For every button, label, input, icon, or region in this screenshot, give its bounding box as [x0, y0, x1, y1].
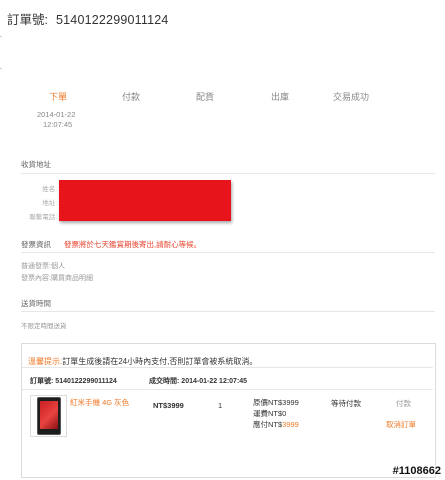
invoice-warning: 發票將於七天鑑賞期後寄出,請耐心等候。: [64, 240, 202, 249]
cancel-order-link[interactable]: 取消訂單: [386, 419, 416, 430]
invoice-type: 普通發票:個人: [21, 263, 65, 270]
product-thumbnail[interactable]: [30, 395, 67, 437]
order-progress-steps: 下單 付款 配貨 出庫 交易成功 2014-01-22 12:07:45: [0, 86, 445, 136]
step-completed: 交易成功: [333, 92, 370, 102]
phone-image: [37, 397, 61, 435]
step-allocation: 配貨: [196, 92, 215, 102]
redacted-address-block: [59, 180, 231, 221]
table-order-value: 5140122299011124: [55, 378, 117, 385]
step-time-date: 2014-01-22: [37, 110, 76, 119]
invoice-section-title: 發票資訊: [21, 240, 51, 249]
notice-divider: [22, 367, 433, 368]
pay-link[interactable]: 付款: [396, 398, 411, 409]
order-title: 訂單號: 5140122299011124: [7, 9, 169, 28]
quantity: 1: [218, 401, 223, 410]
original-price: 原價NT$3999: [253, 398, 299, 407]
notice-label: 溫馨提示:: [28, 357, 63, 366]
notice-text: 訂單生成後請在24小時內支付,否則訂單會被系統取消。: [62, 357, 258, 366]
field-label-name: 姓名:: [42, 186, 57, 193]
delivery-section-title: 送貨時間: [21, 299, 51, 308]
field-label-phone: 聯繫電話:: [29, 214, 57, 221]
step-order-placed: 下單: [49, 92, 68, 102]
delivery-divider: [21, 311, 435, 312]
step-order-placed-time: 2014-01-22 12:07:45: [37, 110, 75, 130]
field-label-address: 地址:: [42, 200, 57, 207]
payable-amount: 應付NT$3999: [253, 419, 299, 430]
shipping-divider: [21, 173, 435, 174]
order-status: 等待付款: [331, 399, 361, 408]
page-edge-mark: [0, 68, 2, 69]
step-time-clock: 12:07:45: [43, 120, 73, 129]
phone-screen: [40, 401, 58, 429]
table-time-label: 成交時間:: [149, 378, 180, 385]
payable-label: 應付NT$: [253, 420, 283, 429]
invoice-content: 發票內容:購買商品明細: [21, 275, 93, 282]
table-order-label: 訂單號:: [30, 378, 54, 385]
table-order-number: 訂單號: 5140122299011124: [30, 376, 117, 386]
watermark: #1108662: [392, 465, 441, 477]
table-transaction-time: 成交時間: 2014-01-22 12:07:45: [149, 376, 247, 386]
order-number: 5140122299011124: [55, 13, 169, 27]
delivery-value: 不限定時間送貨: [21, 323, 67, 330]
shipping-fee: 運費NT$0: [253, 409, 287, 418]
page-edge-mark: [0, 36, 2, 37]
order-label: 訂單號:: [7, 13, 48, 27]
shipping-section-title: 收貨地址: [21, 160, 51, 169]
step-shipped: 出庫: [271, 92, 290, 102]
step-payment: 付款: [122, 92, 141, 102]
price-breakdown: 原價NT$3999 運費NT$0 應付NT$3999: [253, 397, 299, 430]
invoice-divider: [21, 252, 435, 253]
product-name-link[interactable]: 紅米手機 4G 灰色: [70, 397, 132, 409]
table-time-value: 2014-01-22 12:07:45: [181, 378, 248, 385]
table-header-divider: [22, 389, 433, 390]
payable-value: 3999: [282, 420, 299, 429]
unit-price: NT$3999: [153, 401, 184, 410]
